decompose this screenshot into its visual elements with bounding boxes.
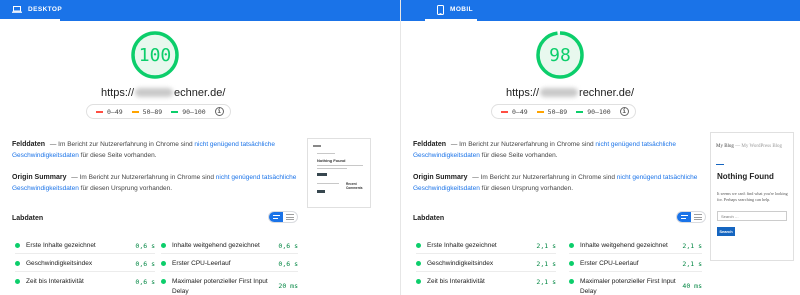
redacted-url-part <box>135 88 174 97</box>
list-view-icon[interactable] <box>283 212 297 222</box>
pass-indicator-icon <box>416 261 421 266</box>
tab-label: MOBIL <box>450 6 473 13</box>
score-legend: 0–49 50–89 90–100 i <box>86 104 231 119</box>
smartphone-icon <box>437 4 444 15</box>
pass-indicator-icon <box>15 279 20 284</box>
origin-summary-section: Origin Summary — Im Bericht zur Nutzerer… <box>12 174 297 192</box>
list-view-icon[interactable] <box>691 212 705 222</box>
metric-max-fid: Maximaler potenzieller First Input Delay… <box>569 277 702 295</box>
pass-indicator-icon <box>161 243 166 248</box>
lab-data-heading: Labdaten <box>413 215 445 222</box>
score-value: 98 <box>549 44 571 66</box>
lab-data-heading: Labdaten <box>12 215 44 222</box>
pass-indicator-icon <box>161 279 166 284</box>
metrics-view-toggle[interactable] <box>676 211 706 223</box>
tab-mobile[interactable]: MOBIL <box>425 0 477 21</box>
field-data-section: Felddaten — Im Bericht zur Nutzererfahru… <box>12 141 275 159</box>
compact-view-icon[interactable] <box>677 212 692 222</box>
pass-indicator-icon <box>416 279 421 284</box>
pass-indicator-icon <box>569 279 574 284</box>
pass-indicator-icon <box>569 261 574 266</box>
pass-indicator-icon <box>161 261 166 266</box>
metrics-view-toggle[interactable] <box>268 211 298 223</box>
pass-indicator-icon <box>569 243 574 248</box>
redacted-url-part <box>540 88 579 97</box>
tested-url: https://echner.de/ <box>101 87 226 99</box>
tested-url: https://rechner.de/ <box>506 87 635 99</box>
tab-label: DESKTOP <box>28 6 63 13</box>
pass-indicator-icon <box>15 243 20 248</box>
tab-desktop[interactable]: DESKTOP <box>0 0 63 21</box>
tab-bar: DESKTOP <box>0 0 400 21</box>
compact-view-icon[interactable] <box>269 212 284 222</box>
page-screenshot-thumbnail: Nothing Found Recent Comments <box>307 138 371 208</box>
score-legend: 0–49 50–89 90–100 i <box>491 104 636 119</box>
tab-bar: MOBIL <box>401 0 800 21</box>
pass-indicator-icon <box>416 243 421 248</box>
desktop-report-panel: DESKTOP 100 https://echner.de/ 0–49 50–8… <box>0 0 400 295</box>
metric-max-fid: Maximaler potenzieller First Input Delay… <box>161 277 298 295</box>
origin-summary-section: Origin Summary — Im Bericht zur Nutzerer… <box>413 174 698 192</box>
pass-indicator-icon <box>15 261 20 266</box>
performance-score-gauge: 98 <box>535 30 585 80</box>
laptop-icon <box>12 6 22 13</box>
field-data-section: Felddaten — Im Bericht zur Nutzererfahru… <box>413 141 676 159</box>
page-screenshot-thumbnail: My Blog — My WordPress Blog Nothing Foun… <box>710 132 794 261</box>
mobile-report-panel: MOBIL 98 https://rechner.de/ 0–49 50–89 … <box>400 0 800 295</box>
info-icon[interactable]: i <box>619 107 629 116</box>
performance-score-gauge: 100 <box>130 30 180 80</box>
score-value: 100 <box>138 44 172 66</box>
info-icon[interactable]: i <box>214 107 224 116</box>
